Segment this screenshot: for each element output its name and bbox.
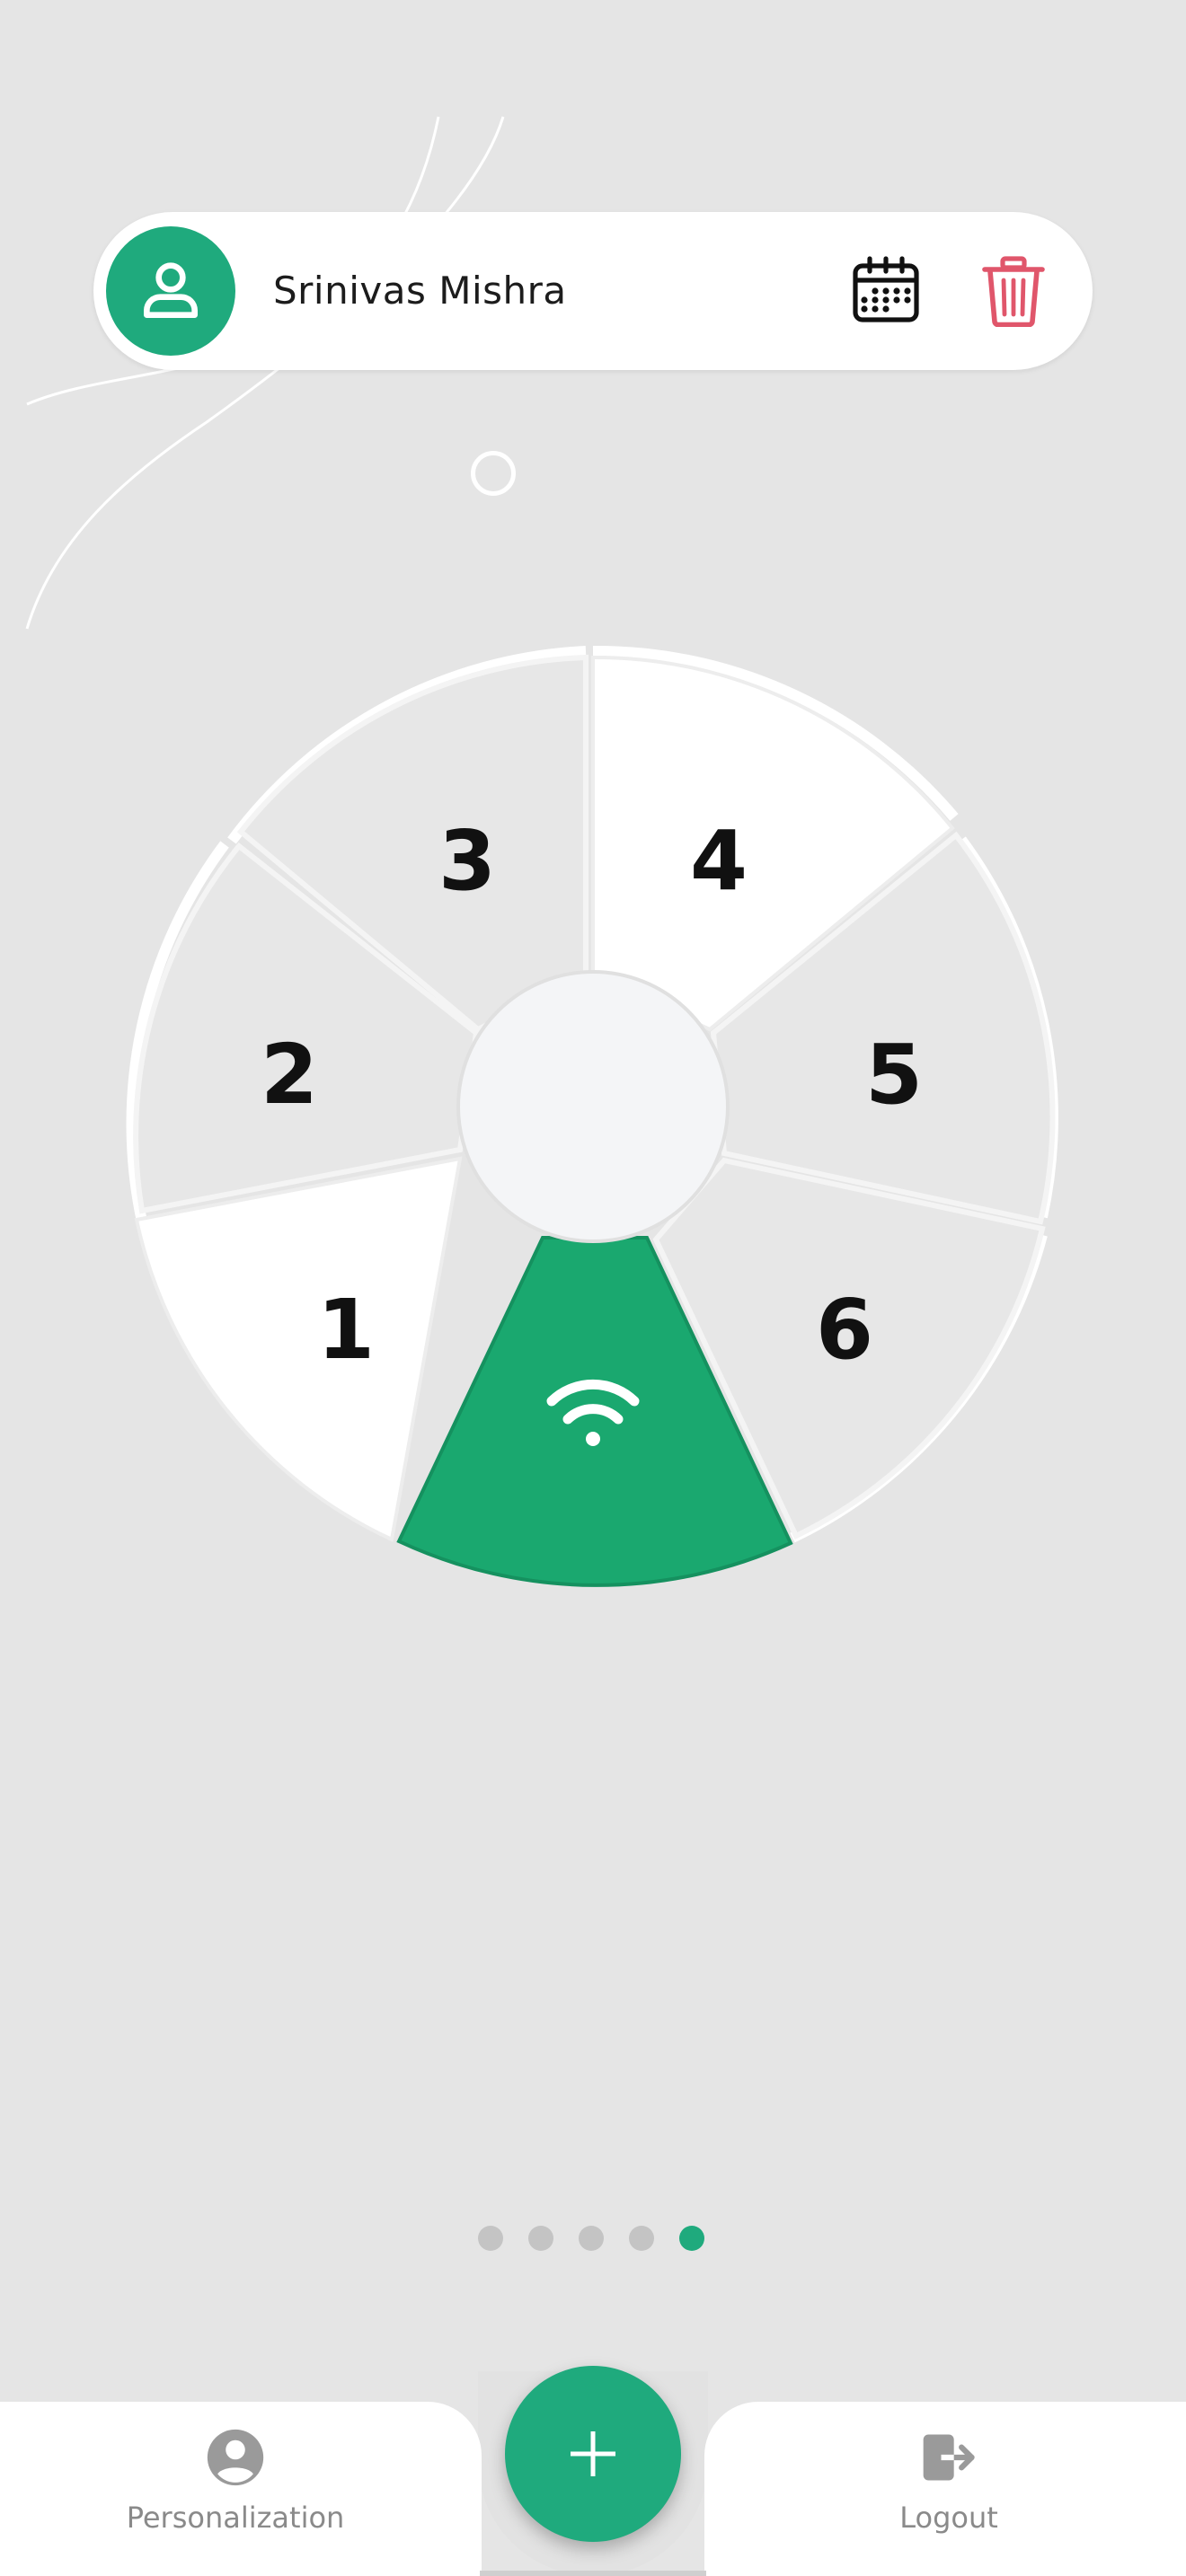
page-dot-4[interactable]	[629, 2226, 654, 2251]
wheel-segment-3-label: 3	[438, 813, 496, 909]
wheel-segment-2-label: 2	[261, 1027, 318, 1123]
wheel-segment-4-label: 4	[690, 813, 748, 909]
plus-icon	[571, 2431, 615, 2476]
selection-wheel: 1 2 3 4 5 6	[126, 645, 1058, 1587]
nav-logout[interactable]: Logout	[814, 2427, 1084, 2535]
nav-logout-label: Logout	[899, 2501, 998, 2535]
page-indicator	[478, 2226, 704, 2251]
wheel-segment-5-label: 5	[865, 1027, 923, 1123]
account-circle-icon	[207, 2429, 264, 2486]
wheel-center-hub[interactable]	[456, 970, 730, 1243]
page-dot-2[interactable]	[528, 2226, 553, 2251]
wheel-segment-1[interactable]	[134, 1156, 463, 1542]
bottom-navigation: Personalization Logout	[0, 2366, 1186, 2576]
nav-personalization[interactable]: Personalization	[101, 2427, 370, 2535]
logout-icon	[923, 2434, 975, 2481]
page-dot-3[interactable]	[579, 2226, 604, 2251]
page-dot-1[interactable]	[478, 2226, 503, 2251]
wheel-segment-6-label: 6	[816, 1282, 873, 1378]
wheel-segment-1-label: 1	[317, 1282, 375, 1378]
page-dot-5[interactable]	[679, 2226, 704, 2251]
home-indicator	[480, 2571, 706, 2576]
nav-personalization-label: Personalization	[126, 2501, 345, 2535]
add-button[interactable]	[505, 2366, 681, 2542]
